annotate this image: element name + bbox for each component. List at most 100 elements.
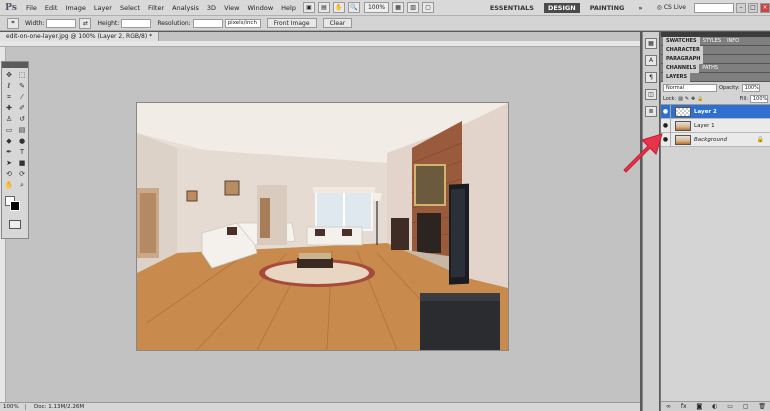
zoom-level[interactable]: 100%	[363, 2, 390, 13]
panels-column: SWATCHES STYLES INFO CHARACTER PARAGRAPH…	[660, 32, 770, 411]
move-tool-icon[interactable]: ✥	[3, 70, 15, 80]
delete-layer-icon[interactable]: 🗑	[758, 403, 766, 410]
new-layer-icon[interactable]: ▢	[743, 403, 749, 410]
character-panel-icon[interactable]: A	[645, 55, 657, 66]
channels-panel-icon[interactable]: ◫	[645, 89, 657, 100]
shape-tool-icon[interactable]: ■	[16, 158, 28, 168]
height-field[interactable]	[121, 18, 152, 28]
cs-live[interactable]: ◎ CS Live	[657, 4, 686, 11]
lock-fill-row: Lock: ▨ ✎ ✥ 🔒 Fill: 100%	[661, 93, 770, 104]
tab-channels[interactable]: CHANNELS	[663, 63, 700, 73]
clear-button[interactable]: Clear	[322, 18, 353, 28]
more-workspaces-icon[interactable]: »	[634, 3, 646, 13]
gradient-tool-icon[interactable]: ▤	[16, 125, 28, 135]
menu-analysis[interactable]: Analysis	[168, 4, 203, 12]
adjustment-layer-icon[interactable]: ◐	[712, 403, 717, 410]
tab-paragraph[interactable]: PARAGRAPH	[663, 54, 704, 64]
grid-icon[interactable]: ▦	[392, 2, 405, 13]
menu-edit[interactable]: Edit	[41, 4, 62, 12]
layer-row-background[interactable]: ● Background 🔒	[661, 132, 770, 147]
lock-move-icon[interactable]: ✥	[691, 96, 695, 102]
tab-paths[interactable]: PATHS	[699, 65, 721, 71]
tab-info[interactable]: INFO	[724, 38, 742, 44]
document-tab[interactable]: edit-on-one-layer.jpg @ 100% (Layer 2, R…	[0, 32, 160, 41]
zoom-icon[interactable]: 🔍	[347, 2, 360, 13]
swatches-panel-icon[interactable]: ▦	[645, 38, 657, 49]
menu-image[interactable]: Image	[61, 4, 89, 12]
pen-tool-icon[interactable]: ✒	[3, 147, 15, 157]
lock-transparency-icon[interactable]: ▨	[678, 96, 683, 102]
3d-rotate-tool-icon[interactable]: ⟲	[3, 169, 15, 179]
lock-all-icon[interactable]: 🔒	[697, 96, 703, 102]
minimize-icon[interactable]: –	[736, 2, 746, 13]
tab-styles[interactable]: STYLES	[700, 38, 724, 44]
lasso-tool-icon[interactable]: ℓ	[3, 81, 15, 91]
layer-row-layer-1[interactable]: ● Layer 1	[661, 118, 770, 133]
hand-tool-icon[interactable]: ✋	[3, 180, 15, 190]
mini-bridge-icon[interactable]: ▤	[317, 2, 330, 13]
resolution-field[interactable]	[192, 18, 223, 28]
opacity-field[interactable]: 100%	[741, 83, 760, 92]
new-group-icon[interactable]: ▭	[727, 403, 733, 410]
tab-swatches[interactable]: SWATCHES	[663, 36, 700, 46]
arrange-icon[interactable]: ▥	[407, 2, 420, 13]
front-image-button[interactable]: Front Image	[266, 18, 317, 28]
type-tool-icon[interactable]: T	[16, 147, 28, 157]
layer-name: Layer 1	[694, 122, 715, 129]
tab-character[interactable]: CHARACTER	[663, 45, 703, 55]
lock-paint-icon[interactable]: ✎	[685, 96, 689, 102]
menu-file[interactable]: File	[22, 4, 41, 12]
quick-select-tool-icon[interactable]: ✎	[16, 81, 28, 91]
paragraph-panel-icon[interactable]: ¶	[645, 72, 657, 83]
layer-row-layer-2[interactable]: ● Layer 2	[661, 104, 770, 119]
marquee-tool-icon[interactable]: ⬚	[16, 70, 28, 80]
fill-field[interactable]: 100%	[750, 94, 768, 103]
eraser-tool-icon[interactable]: ▭	[3, 125, 15, 135]
menu-window[interactable]: Window	[244, 4, 278, 12]
screen-mode-icon[interactable]: ▢	[422, 2, 435, 13]
workspace-design[interactable]: DESIGN	[543, 2, 580, 13]
bridge-icon[interactable]: ▣	[302, 2, 315, 13]
status-zoom[interactable]: 100%	[0, 404, 26, 410]
layers-panel-icon[interactable]: ≣	[645, 106, 657, 117]
menu-filter[interactable]: Filter	[144, 4, 168, 12]
blur-tool-icon[interactable]: ◆	[3, 136, 15, 146]
maximize-icon[interactable]: □	[748, 2, 758, 13]
add-mask-icon[interactable]: ◙	[696, 403, 702, 410]
canvas-image[interactable]	[137, 103, 508, 350]
color-swatches[interactable]	[4, 195, 26, 217]
crop-tool-icon[interactable]: ⌗	[7, 17, 19, 29]
history-brush-tool-icon[interactable]: ↺	[16, 114, 28, 124]
foreground-color[interactable]	[10, 201, 20, 211]
tab-layers[interactable]: LAYERS	[663, 72, 691, 82]
workspace-painting[interactable]: PAINTING	[586, 3, 629, 13]
close-icon[interactable]: ×	[760, 2, 770, 13]
3d-camera-tool-icon[interactable]: ⟳	[16, 169, 28, 179]
brush-tool-icon[interactable]: ✐	[16, 103, 28, 113]
quick-mask-icon[interactable]	[9, 220, 21, 229]
dodge-tool-icon[interactable]: ●	[16, 136, 28, 146]
crop-tool-icon[interactable]: ⌗	[3, 92, 15, 102]
resolution-unit-select[interactable]: pixels/inch	[224, 18, 261, 28]
layer-style-icon[interactable]: fx	[681, 403, 687, 410]
zoom-tool-icon[interactable]: ⌕	[16, 180, 28, 190]
hand-icon[interactable]: ✋	[332, 2, 345, 13]
clone-stamp-tool-icon[interactable]: ♙	[3, 114, 15, 124]
width-field[interactable]	[46, 18, 77, 28]
workspace-essentials[interactable]: ESSENTIALS	[486, 3, 538, 13]
healing-tool-icon[interactable]: ✚	[3, 103, 15, 113]
path-select-tool-icon[interactable]: ➤	[3, 158, 15, 168]
swap-icon[interactable]: ⇄	[79, 17, 92, 29]
menu-view[interactable]: View	[220, 4, 243, 12]
visibility-eye-icon[interactable]: ●	[661, 104, 671, 119]
menu-help[interactable]: Help	[277, 4, 300, 12]
photoshop-logo: Ps	[5, 2, 17, 13]
menu-select[interactable]: Select	[116, 4, 144, 12]
menu-3d[interactable]: 3D	[203, 4, 220, 12]
blend-mode-select[interactable]: Normal	[663, 83, 717, 92]
doc-info[interactable]: Doc: 1.13M/2.26M	[26, 404, 84, 410]
link-layers-icon[interactable]: ∞	[666, 403, 671, 410]
menu-layer[interactable]: Layer	[90, 4, 116, 12]
help-search-input[interactable]	[694, 2, 734, 13]
eyedropper-tool-icon[interactable]: ⁄	[16, 92, 28, 102]
